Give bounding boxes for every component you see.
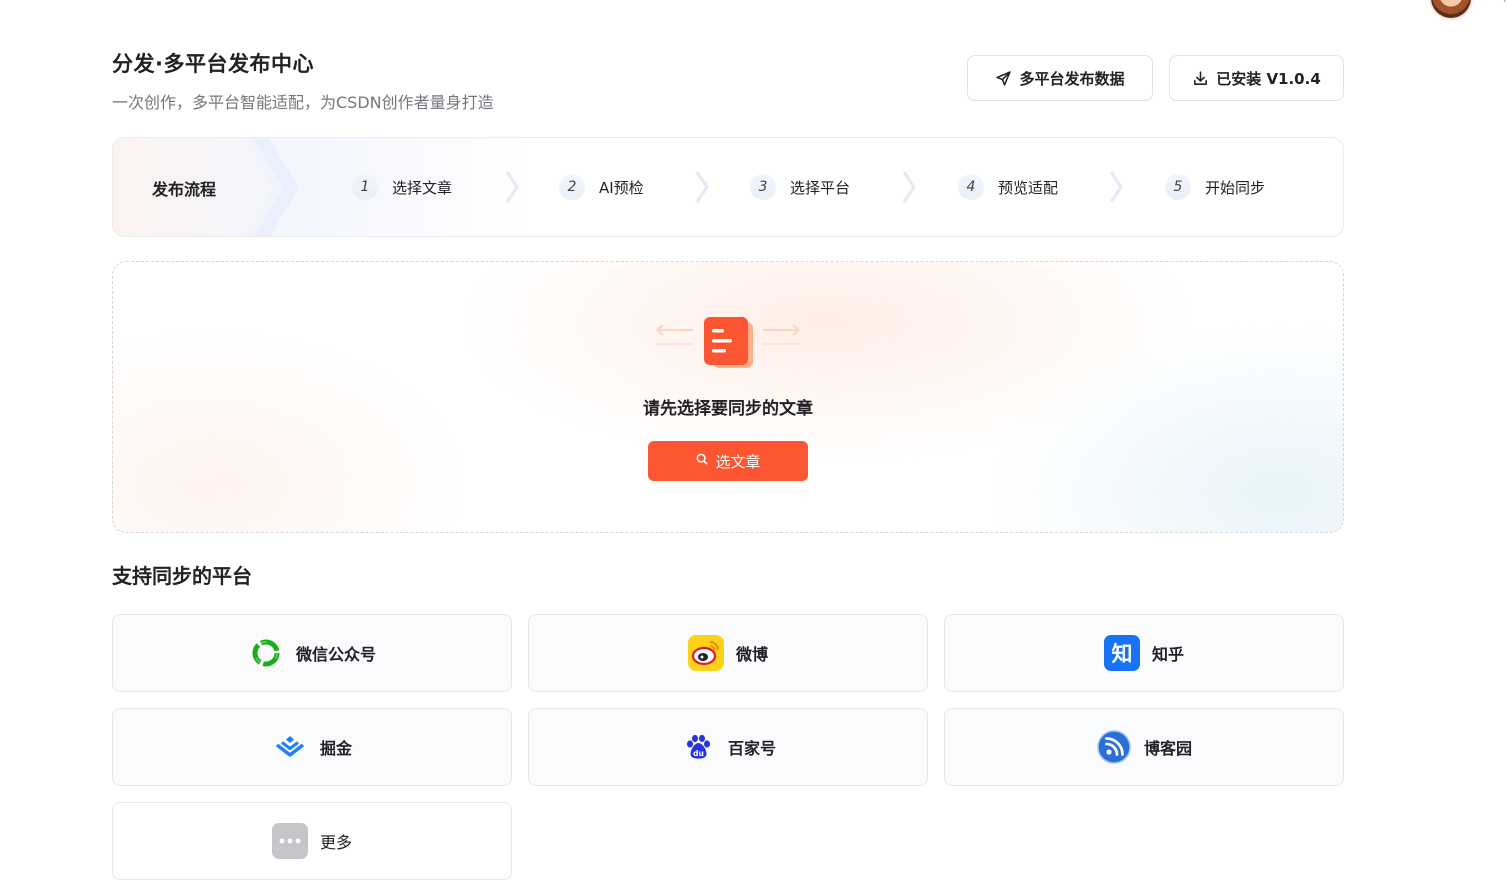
step-arrow-icon [695, 171, 709, 203]
platform-label: 微信公众号 [295, 645, 376, 664]
flow-title: 发布流程 [152, 180, 217, 199]
svg-text:du: du [693, 749, 704, 758]
publish-data-label: 多平台发布数据 [1019, 69, 1125, 88]
step-number: 5 [1165, 174, 1191, 200]
step-arrow-icon [1109, 171, 1123, 203]
more-icon [271, 823, 308, 859]
user-avatar[interactable] [1431, 0, 1471, 18]
flow-step-5: 5 开始同步 [1165, 174, 1265, 200]
step-number: 4 [958, 174, 984, 200]
flow-step-2: 2 AI预检 [559, 174, 644, 200]
select-article-button[interactable]: 选文章 [648, 441, 808, 481]
weibo-icon [687, 635, 724, 671]
installed-version-label: 已安装 V1.0.4 [1216, 69, 1321, 88]
baijiahao-icon: du [680, 729, 716, 765]
cnblogs-icon [1096, 729, 1132, 765]
platform-label: 知乎 [1151, 645, 1184, 664]
svg-text:知: 知 [1111, 642, 1132, 666]
empty-state-message: 请先选择要同步的文章 [643, 399, 813, 419]
platform-cnblogs[interactable]: 博客园 [944, 708, 1344, 786]
step-arrow-icon [505, 171, 519, 203]
flow-step-3: 3 选择平台 [750, 174, 850, 200]
platform-juejin[interactable]: 掘金 [112, 708, 512, 786]
send-icon [995, 70, 1012, 87]
edge-mark [1497, 0, 1508, 2]
platform-label: 掘金 [319, 739, 352, 758]
platform-zhihu[interactable]: 知 知乎 [944, 614, 1344, 692]
step-label: 预览适配 [998, 178, 1059, 197]
step-arrow-icon [902, 171, 916, 203]
platform-label: 微博 [735, 645, 768, 664]
platform-wechat[interactable]: 微信公众号 [112, 614, 512, 692]
platform-baijiahao[interactable]: du 百家号 [528, 708, 928, 786]
page-title: 分发·多平台发布中心 [112, 52, 314, 76]
step-number: 3 [750, 174, 776, 200]
platform-label: 百家号 [727, 739, 776, 758]
step-label: 开始同步 [1205, 178, 1266, 197]
platform-label: 博客园 [1143, 739, 1192, 758]
juejin-icon [272, 729, 308, 765]
platform-weibo[interactable]: 微博 [528, 614, 928, 692]
select-article-label: 选文章 [715, 452, 761, 471]
flow-step-4: 4 预览适配 [958, 174, 1058, 200]
publish-data-button[interactable]: 多平台发布数据 [967, 55, 1153, 101]
wechat-official-icon [248, 635, 284, 671]
installed-version-button[interactable]: 已安装 V1.0.4 [1169, 55, 1344, 101]
platforms-section-title: 支持同步的平台 [112, 564, 252, 588]
page-subtitle: 一次创作，多平台智能适配，为CSDN创作者量身打造 [112, 93, 494, 112]
step-label: 选择文章 [392, 178, 453, 197]
step-label: AI预检 [599, 178, 644, 197]
platform-label: 更多 [319, 833, 352, 852]
search-icon [695, 452, 709, 470]
step-number: 1 [352, 174, 378, 200]
step-number: 2 [559, 174, 585, 200]
download-icon [1192, 70, 1209, 87]
publish-flow-bar: 发布流程 1 选择文章 2 AI预检 3 选择平台 4 预览适配 5 开始同步 [112, 137, 1344, 237]
zhihu-icon: 知 [1103, 635, 1140, 671]
document-sync-illustration [656, 317, 800, 368]
flow-chevron-decoration [243, 138, 299, 236]
platform-more[interactable]: 更多 [112, 802, 512, 880]
step-label: 选择平台 [790, 178, 851, 197]
flow-step-1: 1 选择文章 [352, 174, 452, 200]
article-select-card: 请先选择要同步的文章 选文章 [112, 261, 1344, 533]
